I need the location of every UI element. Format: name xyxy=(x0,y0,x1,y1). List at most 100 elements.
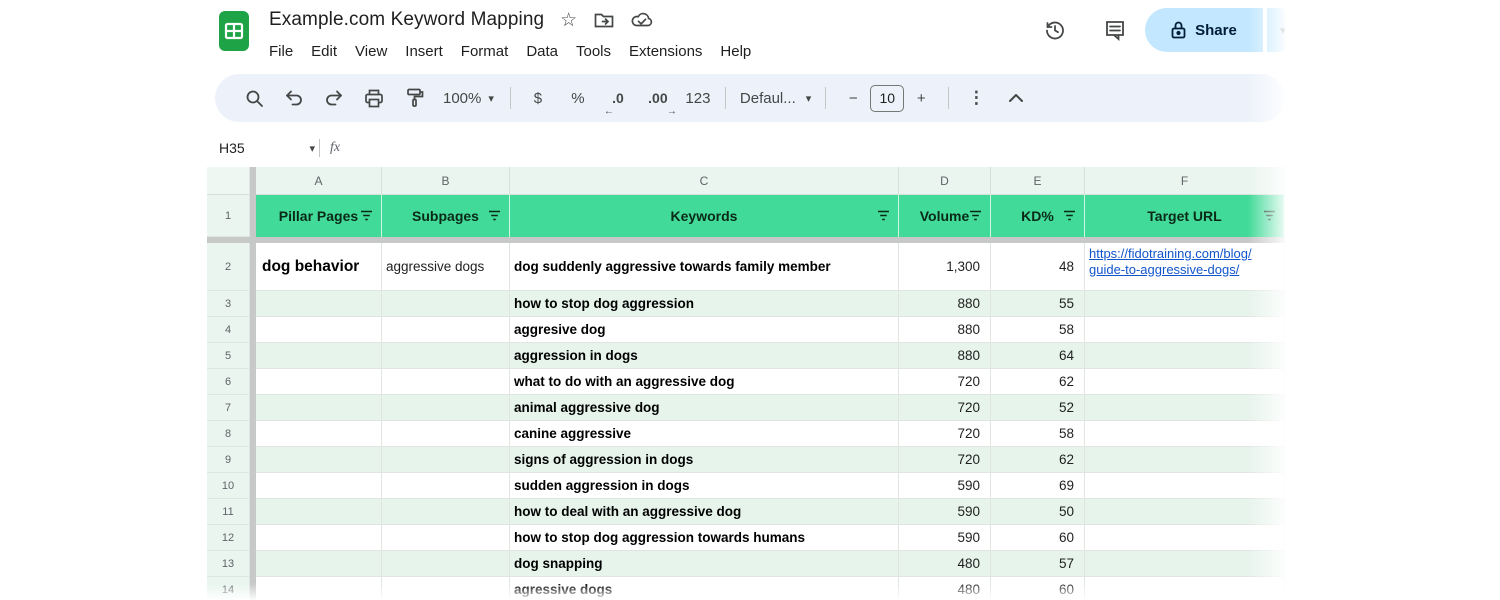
menu-data[interactable]: Data xyxy=(517,39,567,64)
cell-kd[interactable]: 62 xyxy=(991,369,1085,395)
row-number[interactable]: 3 xyxy=(207,291,250,317)
cell-kd[interactable]: 50 xyxy=(991,499,1085,525)
redo-button[interactable] xyxy=(317,81,351,115)
cell-subpage[interactable] xyxy=(382,291,510,317)
cell-kd[interactable]: 58 xyxy=(991,421,1085,447)
paint-format-button[interactable] xyxy=(397,81,431,115)
format-percent-button[interactable]: % xyxy=(561,81,595,115)
cell-subpage[interactable] xyxy=(382,421,510,447)
cell-pillar[interactable]: dog behavior xyxy=(256,243,382,291)
cell-keyword[interactable]: aggresive dog xyxy=(510,317,899,343)
format-currency-button[interactable]: $ xyxy=(521,81,555,115)
cell-volume[interactable]: 590 xyxy=(899,525,991,551)
row-number[interactable]: 1 xyxy=(207,195,250,237)
row-number[interactable]: 5 xyxy=(207,343,250,369)
search-menus-button[interactable] xyxy=(237,81,271,115)
frozen-row-divider[interactable] xyxy=(207,237,1285,243)
cell-pillar[interactable] xyxy=(256,317,382,343)
cell-volume[interactable]: 720 xyxy=(899,421,991,447)
cell-pillar[interactable] xyxy=(256,369,382,395)
cell-kd[interactable]: 64 xyxy=(991,343,1085,369)
filter-icon[interactable] xyxy=(969,210,982,221)
cell-target-url[interactable] xyxy=(1085,447,1285,473)
cell-keyword[interactable]: canine aggressive xyxy=(510,421,899,447)
cell-volume[interactable]: 1,300 xyxy=(899,243,991,291)
cell-keyword[interactable]: dog suddenly aggressive towards family m… xyxy=(510,243,899,291)
share-button[interactable]: Share xyxy=(1145,8,1263,52)
version-history-icon[interactable] xyxy=(1043,18,1067,42)
cell-kd[interactable]: 52 xyxy=(991,395,1085,421)
column-header-b[interactable]: B xyxy=(382,167,510,195)
move-to-folder-icon[interactable] xyxy=(594,12,614,28)
cell-subpage[interactable] xyxy=(382,577,510,600)
row-number[interactable]: 4 xyxy=(207,317,250,343)
cell-target-url[interactable] xyxy=(1085,291,1285,317)
cell-kd[interactable]: 60 xyxy=(991,525,1085,551)
header-cell-target-url[interactable]: Target URL xyxy=(1085,195,1285,237)
menu-extensions[interactable]: Extensions xyxy=(620,39,711,64)
cell-pillar[interactable] xyxy=(256,473,382,499)
sheets-logo-icon[interactable] xyxy=(218,8,252,54)
row-number[interactable]: 2 xyxy=(207,243,250,291)
cell-subpage[interactable]: aggressive dogs xyxy=(382,243,510,291)
filter-icon[interactable] xyxy=(1063,210,1076,221)
cell-subpage[interactable] xyxy=(382,551,510,577)
cell-volume[interactable]: 880 xyxy=(899,317,991,343)
cell-keyword[interactable]: sudden aggression in dogs xyxy=(510,473,899,499)
cell-volume[interactable]: 720 xyxy=(899,395,991,421)
cell-subpage[interactable] xyxy=(382,395,510,421)
row-number[interactable]: 8 xyxy=(207,421,250,447)
cell-keyword[interactable]: agressive dogs xyxy=(510,577,899,600)
row-number[interactable]: 10 xyxy=(207,473,250,499)
cell-volume[interactable]: 720 xyxy=(899,369,991,395)
increase-font-size-button[interactable]: + xyxy=(904,81,938,115)
cell-volume[interactable]: 880 xyxy=(899,291,991,317)
cell-keyword[interactable]: aggression in dogs xyxy=(510,343,899,369)
font-size-input[interactable]: 10 xyxy=(870,85,904,112)
cell-pillar[interactable] xyxy=(256,395,382,421)
cell-volume[interactable]: 880 xyxy=(899,343,991,369)
cell-pillar[interactable] xyxy=(256,343,382,369)
header-cell-keywords[interactable]: Keywords xyxy=(510,195,899,237)
header-cell-subpages[interactable]: Subpages xyxy=(382,195,510,237)
row-number[interactable]: 11 xyxy=(207,499,250,525)
cell-volume[interactable]: 480 xyxy=(899,577,991,600)
row-number[interactable]: 13 xyxy=(207,551,250,577)
cell-subpage[interactable] xyxy=(382,499,510,525)
cell-pillar[interactable] xyxy=(256,421,382,447)
cell-kd[interactable]: 55 xyxy=(991,291,1085,317)
cell-target-url[interactable] xyxy=(1085,551,1285,577)
cell-subpage[interactable] xyxy=(382,473,510,499)
cell-target-url[interactable] xyxy=(1085,395,1285,421)
column-header-c[interactable]: C xyxy=(510,167,899,195)
cell-target-url[interactable] xyxy=(1085,317,1285,343)
column-header-f[interactable]: F xyxy=(1085,167,1285,195)
cell-keyword[interactable]: how to deal with an aggressive dog xyxy=(510,499,899,525)
menu-view[interactable]: View xyxy=(346,39,396,64)
cell-kd[interactable]: 57 xyxy=(991,551,1085,577)
filter-icon[interactable] xyxy=(877,210,890,221)
cell-pillar[interactable] xyxy=(256,447,382,473)
cell-volume[interactable]: 590 xyxy=(899,473,991,499)
row-number[interactable]: 12 xyxy=(207,525,250,551)
row-number[interactable]: 6 xyxy=(207,369,250,395)
filter-icon[interactable] xyxy=(360,210,373,221)
row-number[interactable]: 7 xyxy=(207,395,250,421)
cell-subpage[interactable] xyxy=(382,525,510,551)
menu-help[interactable]: Help xyxy=(711,39,760,64)
row-number[interactable]: 14 xyxy=(207,577,250,600)
cell-target-url[interactable] xyxy=(1085,525,1285,551)
column-header-d[interactable]: D xyxy=(899,167,991,195)
zoom-control[interactable]: 100% ▾ xyxy=(437,81,500,115)
cell-kd[interactable]: 58 xyxy=(991,317,1085,343)
cell-target-url[interactable] xyxy=(1085,473,1285,499)
comments-icon[interactable] xyxy=(1103,18,1127,42)
select-all-corner[interactable] xyxy=(207,167,250,195)
cell-subpage[interactable] xyxy=(382,343,510,369)
hide-menus-button[interactable] xyxy=(999,81,1033,115)
cell-keyword[interactable]: how to stop dog aggression xyxy=(510,291,899,317)
target-url-link[interactable]: https://fidotraining.com/blog/ xyxy=(1089,246,1280,262)
cell-volume[interactable]: 590 xyxy=(899,499,991,525)
menu-edit[interactable]: Edit xyxy=(302,39,346,64)
row-number[interactable]: 9 xyxy=(207,447,250,473)
